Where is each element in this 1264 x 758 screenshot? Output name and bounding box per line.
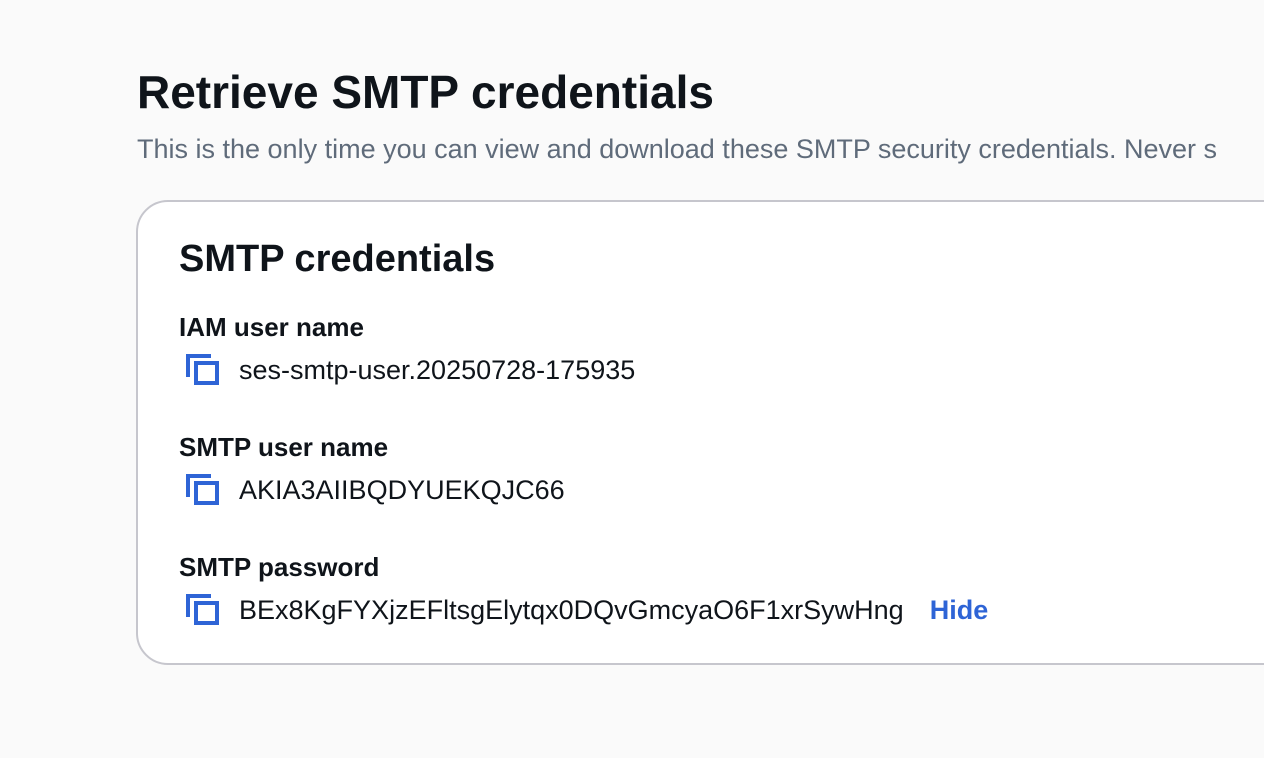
field-row: ses-smtp-user.20250728-175935 xyxy=(179,350,1264,390)
field-label: SMTP password xyxy=(179,552,380,582)
field-row: BEx8KgFYXjzEFltsgElytqx0DQvGmcyaO6F1xrSy… xyxy=(179,590,1264,630)
field-label: IAM user name xyxy=(179,312,364,342)
smtp-password-field: SMTP password BEx8KgFYXjzEFltsgElytqx0DQ… xyxy=(179,550,1264,630)
page-description: This is the only time you can view and d… xyxy=(137,134,1217,164)
smtp-user-name-field: SMTP user name AKIA3AIIBQDYUEKQJC66 xyxy=(179,430,1264,510)
field-row: AKIA3AIIBQDYUEKQJC66 xyxy=(179,470,1264,510)
field-label: SMTP user name xyxy=(179,432,389,462)
page-title: Retrieve SMTP credentials xyxy=(137,66,714,118)
smtp-credentials-card: SMTP credentials IAM user name ses-smtp-… xyxy=(136,200,1264,665)
page: Retrieve SMTP credentials This is the on… xyxy=(0,0,1264,758)
smtp-password-value: BEx8KgFYXjzEFltsgElytqx0DQvGmcyaO6F1xrSy… xyxy=(239,595,904,625)
copy-icon[interactable] xyxy=(185,350,233,390)
smtp-user-name-value: AKIA3AIIBQDYUEKQJC66 xyxy=(239,475,565,505)
copy-icon[interactable] xyxy=(185,470,233,510)
copy-icon[interactable] xyxy=(185,590,233,630)
iam-user-name-value: ses-smtp-user.20250728-175935 xyxy=(239,355,636,385)
card-title: SMTP credentials xyxy=(179,238,496,280)
hide-password-link[interactable]: Hide xyxy=(930,592,989,628)
iam-user-name-field: IAM user name ses-smtp-user.20250728-175… xyxy=(179,310,1264,390)
